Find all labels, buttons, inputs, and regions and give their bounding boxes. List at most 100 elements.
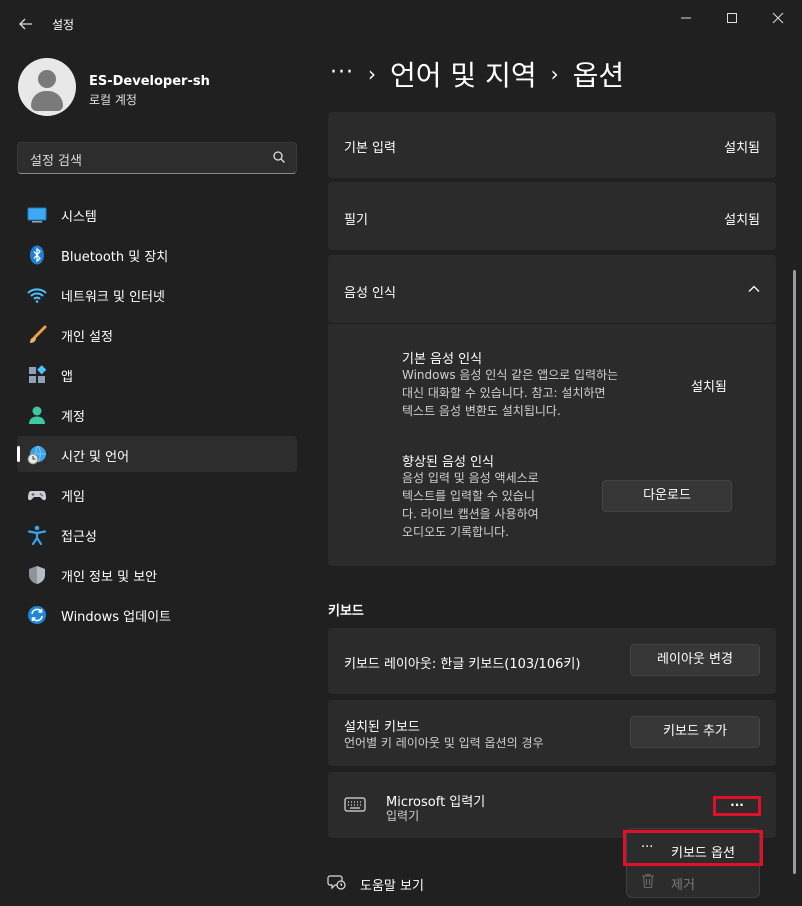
sidebar-item-system[interactable]: 시스템 (17, 196, 297, 232)
keyboard-layout-label: 키보드 레이아웃: 한글 키보드(103/106키) (344, 657, 581, 672)
avatar-head-shape (38, 70, 56, 88)
app-title: 설정 (52, 18, 75, 32)
search-input[interactable]: 설정 검색 (30, 150, 82, 169)
basic-speech-desc-line: 대신 대화할 수 있습니다. 참고: 설치하면 (402, 386, 606, 400)
trash-icon (642, 873, 654, 889)
chevron-up-icon[interactable] (748, 283, 760, 295)
sidebar-item-label: 시스템 (61, 210, 97, 225)
close-icon (772, 12, 784, 24)
brush-icon (30, 325, 47, 343)
help-link[interactable]: 도움말 보기 (327, 872, 424, 896)
active-indicator (17, 446, 20, 462)
search-box[interactable]: 설정 검색 (17, 142, 297, 174)
sidebar-item-personalization[interactable]: 개인 설정 (17, 316, 297, 352)
close-button[interactable] (764, 8, 792, 28)
shield-icon (29, 566, 45, 584)
basic-speech-desc-line: 텍스트 음성 변환도 설치됩니다. (402, 404, 561, 418)
more-options-button[interactable]: ··· (716, 799, 758, 813)
enhanced-speech-desc-line: 텍스트를 입력할 수 있습니 (402, 489, 535, 503)
gamepad-icon (28, 491, 46, 501)
help-label: 도움말 보기 (360, 879, 424, 894)
remove-label: 제거 (671, 878, 695, 893)
basic-speech-status: 설치됨 (691, 380, 727, 395)
minimize-icon (681, 17, 691, 19)
sidebar-item-apps[interactable]: 앱 (17, 356, 297, 392)
handwriting-status: 설치됨 (724, 213, 760, 228)
chevron-right-icon: › (367, 62, 376, 86)
change-layout-button[interactable]: 레이아웃 변경 (630, 644, 760, 676)
avatar[interactable] (18, 58, 76, 116)
wifi-icon (27, 288, 47, 303)
enhanced-speech-desc-line: 음성 입력 및 음성 액세스로 (402, 471, 539, 485)
handwriting-label: 필기 (344, 213, 368, 228)
apps-icon (29, 365, 47, 383)
sidebar-item-label: 네트워크 및 인터넷 (61, 290, 165, 305)
avatar-body-shape (31, 91, 63, 111)
sidebar-item-label: 개인 정보 및 보안 (61, 570, 158, 585)
sidebar-item-label: 시간 및 언어 (61, 450, 130, 465)
microsoft-ime-sub: 입력기 (386, 809, 420, 823)
back-button[interactable] (12, 10, 40, 38)
help-icon (327, 875, 346, 890)
maximize-button[interactable] (718, 8, 746, 28)
installed-keyboards-card: 설치된 키보드 언어별 키 레이아웃 및 입력 옵션의 경우 키보드 추가 (328, 700, 776, 766)
breadcrumb-item-language-region[interactable]: 언어 및 지역 (390, 54, 537, 94)
sidebar-item-gaming[interactable]: 게임 (17, 476, 297, 512)
title-bar: 설정 (0, 0, 802, 48)
basic-speech-description: Windows 음성 인식 같은 앱으로 입력하는 대신 대화할 수 있습니다.… (402, 366, 618, 420)
bluetooth-icon (30, 245, 44, 265)
page-title: 옵션 (572, 59, 625, 92)
basic-input-card: 기본 입력 설치됨 (328, 112, 776, 178)
sidebar-item-network[interactable]: 네트워크 및 인터넷 (17, 276, 297, 312)
keyboard-options-highlight (623, 830, 763, 866)
sidebar-item-windows-update[interactable]: Windows 업데이트 (17, 596, 297, 632)
sidebar-item-bluetooth[interactable]: Bluetooth 및 장치 (17, 236, 297, 272)
sidebar-item-privacy[interactable]: 개인 정보 및 보안 (17, 556, 297, 592)
arrow-left-icon (19, 18, 32, 30)
sidebar-item-label: 접근성 (61, 530, 97, 545)
chevron-right-icon: › (550, 62, 559, 86)
basic-speech-desc-line: Windows 음성 인식 같은 앱으로 입력하는 (402, 368, 619, 382)
keyboard-icon (344, 797, 366, 812)
sidebar-item-time-language[interactable]: 시간 및 언어 (17, 436, 297, 472)
update-icon (28, 606, 46, 624)
sidebar-item-label: Windows 업데이트 (61, 610, 172, 625)
profile-name: ES-Developer-sh (89, 74, 210, 89)
sidebar-nav: 시스템 Bluetooth 및 장치 네트워크 및 인터넷 개인 설정 앱 계정… (17, 196, 297, 636)
sidebar-item-accessibility[interactable]: 접근성 (17, 516, 297, 552)
account-icon (29, 406, 45, 424)
sidebar-item-label: 앱 (61, 370, 73, 385)
speech-recognition-content: 기본 음성 인식 Windows 음성 인식 같은 앱으로 입력하는 대신 대화… (328, 324, 776, 566)
sidebar-item-label: 개인 설정 (61, 330, 113, 345)
enhanced-speech-title: 향상된 음성 인식 (402, 455, 494, 470)
profile-account-type: 로컬 계정 (89, 93, 137, 107)
keyboard-layout-card: 키보드 레이아웃: 한글 키보드(103/106키) 레이아웃 변경 (328, 628, 776, 694)
search-icon (273, 151, 285, 163)
remove-menu-item[interactable]: 제거 (627, 865, 761, 897)
speech-recognition-header[interactable]: 음성 인식 (328, 255, 776, 323)
enhanced-speech-description: 음성 입력 및 음성 액세스로 텍스트를 입력할 수 있습니 다. 라이브 캡션… (402, 469, 539, 541)
breadcrumb: ··· › 언어 및 지역 › 옵션 (330, 54, 624, 94)
download-button[interactable]: 다운로드 (602, 480, 732, 512)
accessibility-icon (27, 525, 47, 545)
installed-keyboards-title: 설치된 키보드 (344, 720, 420, 735)
add-keyboard-button[interactable]: 키보드 추가 (630, 716, 760, 748)
enhanced-speech-desc-line: 다. 라이브 캡션을 사용하여 (402, 507, 539, 521)
breadcrumb-overflow-button[interactable]: ··· (330, 60, 354, 85)
enhanced-speech-desc-line: 오디오도 기록합니다. (402, 525, 509, 539)
sidebar-item-label: 계정 (61, 410, 85, 425)
keyboard-section-header: 키보드 (328, 604, 364, 619)
maximize-icon (727, 13, 737, 23)
sidebar-item-accounts[interactable]: 계정 (17, 396, 297, 432)
basic-input-status: 설치됨 (724, 141, 760, 156)
system-icon (27, 207, 47, 223)
basic-input-label: 기본 입력 (344, 141, 396, 156)
sidebar-item-label: Bluetooth 및 장치 (61, 250, 169, 265)
time-language-icon (27, 445, 46, 465)
installed-keyboards-description: 언어별 키 레이아웃 및 입력 옵션의 경우 (344, 736, 544, 750)
minimize-button[interactable] (672, 8, 700, 28)
scrollbar[interactable] (793, 270, 796, 874)
handwriting-card: 필기 설치됨 (328, 182, 776, 250)
basic-speech-title: 기본 음성 인식 (402, 352, 483, 367)
speech-recognition-label: 음성 인식 (344, 286, 396, 301)
